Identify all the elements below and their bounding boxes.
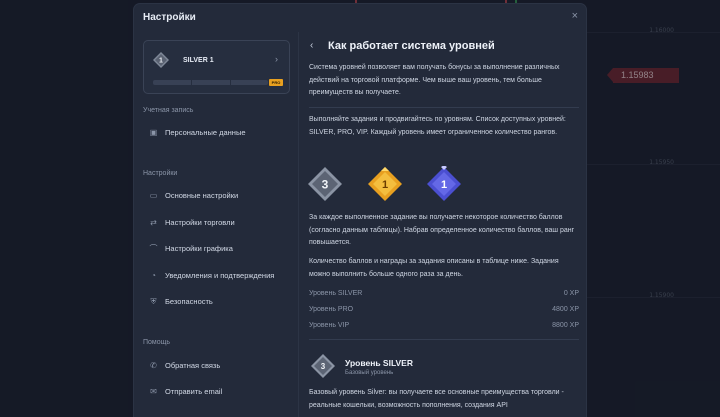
vip-level-badge-icon: 1 — [427, 166, 461, 201]
nav-trading-settings[interactable]: ⇄ Настройки торговли — [143, 216, 293, 232]
nav-feedback[interactable]: ✆ Обратная связь — [143, 359, 293, 375]
mail-icon: ✉ — [150, 387, 157, 396]
shield-icon: ⛨ — [150, 297, 157, 306]
silver-level-badge-icon: 3 — [308, 167, 342, 201]
nav-send-email[interactable]: ✉ Отправить email — [143, 385, 293, 401]
level-progress-bar — [153, 80, 268, 85]
badge-number: 3 — [321, 362, 326, 371]
nav-chart-settings[interactable]: ⌒ Настройки графика — [143, 242, 293, 258]
settings-sidebar: 1 SILVER 1 › PRO Учетная запись ▣ Персон… — [134, 32, 298, 417]
settings-section-label: Настройки — [143, 170, 178, 177]
nav-label: Настройки торговли — [165, 218, 235, 227]
badge-number: 1 — [441, 179, 447, 191]
xp-row: Уровень PRO 4800 XP — [309, 306, 579, 318]
xp-label: Уровень PRO — [309, 306, 354, 313]
help-section-label: Помощь — [143, 339, 171, 346]
level-card[interactable]: 1 SILVER 1 › PRO — [143, 40, 290, 94]
id-card-icon: ▣ — [149, 128, 158, 137]
progress-segment-divider — [230, 80, 231, 85]
progress-segment-divider — [191, 80, 192, 85]
back-arrow-icon[interactable]: ‹ — [310, 40, 313, 51]
level-system-panel: ‹ Как работает система уровней Система у… — [298, 32, 586, 417]
badge-number: 1 — [159, 58, 163, 65]
divider — [309, 339, 579, 340]
xp-label: Уровень SILVER — [309, 290, 363, 297]
xp-row: Уровень SILVER 0 XP — [309, 290, 579, 302]
level-section-subtitle: Базовый уровень — [345, 370, 394, 376]
nav-label: Персональные данные — [165, 128, 246, 137]
nav-label: Основные настройки — [165, 191, 239, 200]
badge-number: 1 — [382, 179, 388, 191]
panel-title: Как работает система уровней — [328, 40, 495, 52]
phone-icon: ✆ — [150, 361, 157, 370]
level-name: SILVER 1 — [183, 57, 214, 64]
nav-security[interactable]: ⛨ Безопасность — [143, 295, 293, 311]
settings-modal: Настройки × 1 SILVER 1 › PRO Учетная зап… — [134, 4, 586, 417]
xp-label: Уровень VIP — [309, 322, 350, 329]
divider — [309, 107, 579, 108]
nav-label: Безопасность — [165, 297, 213, 306]
silver-level-badge-icon: 3 — [311, 354, 335, 378]
rewards-text: Количество баллов и награды за задания о… — [309, 258, 559, 278]
nav-notifications[interactable]: ◔ Уведомления и подтверждения — [143, 269, 293, 285]
xp-row: Уровень VIP 8800 XP — [309, 322, 579, 334]
xp-value: 0 XP — [563, 290, 579, 297]
close-icon[interactable]: × — [572, 10, 578, 22]
silver-badge-icon: 1 — [153, 52, 169, 68]
nav-label: Настройки графика — [165, 244, 233, 253]
badge-number: 3 — [322, 178, 329, 192]
level-description: Базовый уровень Silver: вы получаете все… — [309, 389, 564, 409]
modal-title: Настройки — [143, 12, 196, 23]
account-section-label: Учетная запись — [143, 107, 194, 114]
nav-personal-data[interactable]: ▣ Персональные данные — [143, 126, 293, 142]
chevron-right-icon: › — [275, 54, 278, 64]
nav-label: Обратная связь — [165, 361, 221, 370]
pro-level-badge-icon: 1 — [368, 167, 402, 201]
arrows-icon: ⇄ — [150, 218, 157, 227]
nav-general-settings[interactable]: ▭ Основные настройки — [143, 189, 293, 205]
xp-value: 4800 XP — [552, 306, 579, 313]
tasks-text: Выполняйте задания и продвигайтесь по ур… — [309, 116, 566, 136]
bell-icon: ◔ — [151, 271, 156, 280]
nav-label: Уведомления и подтверждения — [165, 271, 275, 280]
intro-text: Система уровней позволяет вам получать б… — [309, 64, 560, 96]
laptop-icon: ▭ — [149, 191, 158, 200]
chart-icon: ⌒ — [149, 244, 158, 253]
pro-badge: PRO — [269, 79, 283, 86]
nav-label: Отправить email — [165, 387, 223, 396]
level-section-title: Уровень SILVER — [345, 358, 413, 368]
xp-value: 8800 XP — [552, 322, 579, 329]
points-text: За каждое выполненное задание вы получае… — [309, 214, 575, 246]
